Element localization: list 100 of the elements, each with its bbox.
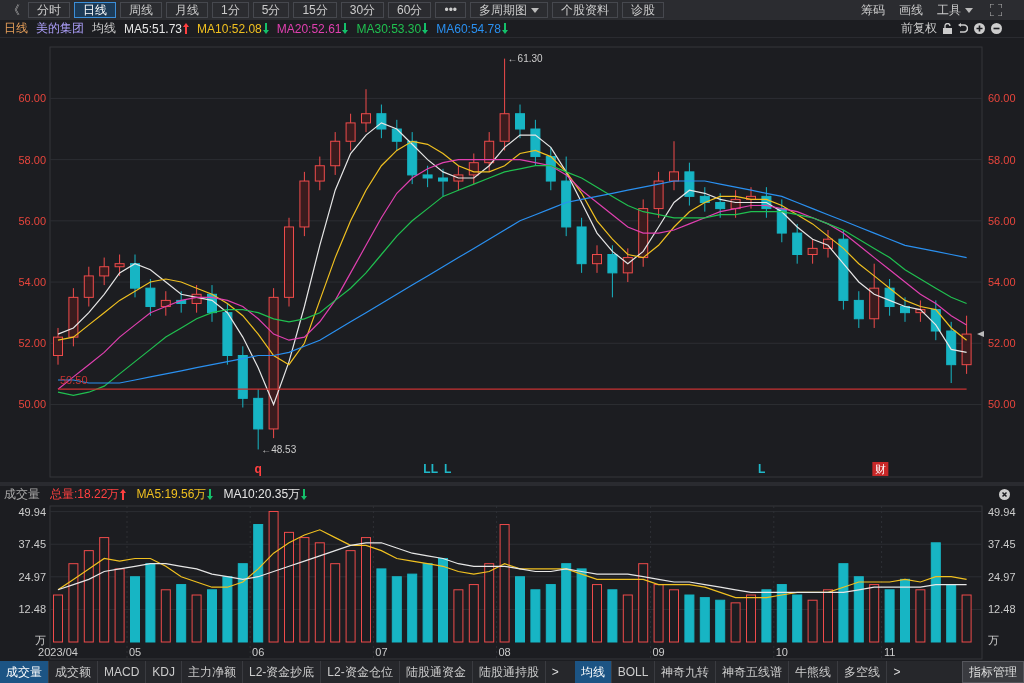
candle (515, 104, 525, 139)
candle (299, 171, 310, 237)
axis-label: 10 (775, 646, 788, 658)
candle (807, 238, 818, 265)
candle (684, 162, 695, 207)
volume-stat: MA5:19.56万 (136, 486, 207, 503)
candle (314, 156, 325, 191)
period-button[interactable]: 月线 (166, 2, 208, 18)
period-button[interactable]: 5分 (252, 2, 290, 18)
axis-label: 11 (883, 646, 896, 658)
axis-label: 37.45 (988, 538, 1016, 551)
candle (592, 244, 602, 274)
period-button[interactable]: 15分 (293, 2, 337, 18)
overlay-tab[interactable]: BOLL (611, 661, 656, 683)
event-badge[interactable]: 财 (872, 462, 889, 476)
candle (99, 257, 110, 286)
candle (453, 165, 464, 191)
candle (330, 131, 341, 176)
candle (792, 223, 803, 265)
volume-stat: MA10:20.35万 (223, 486, 301, 503)
candle (83, 266, 94, 308)
indicator-tab[interactable]: 成交额 (49, 661, 98, 683)
period-button[interactable]: 诊股 (622, 2, 665, 18)
overlay-tab[interactable]: 均线 (574, 661, 612, 683)
overlay-tab[interactable]: 多空线 (838, 661, 888, 683)
axis-label: 56.00 (988, 214, 1016, 227)
axis-label: 52.00 (988, 337, 1016, 350)
tool-button[interactable]: 工具 (932, 1, 978, 19)
tool-button[interactable]: 画线 (894, 1, 928, 19)
axis-label: 2023/04 (38, 646, 78, 658)
overlay-tab[interactable]: 神奇九转 (655, 661, 717, 683)
more-button[interactable]: > (887, 661, 907, 683)
close-icon[interactable] (999, 489, 1010, 500)
ma-value: MA60:54.78 (436, 21, 501, 36)
fullscreen-icon[interactable] (990, 4, 1002, 16)
overlay-tab[interactable]: 神奇五线谱 (716, 661, 790, 683)
collapse-button[interactable]: 《 (4, 1, 24, 19)
indicator-tab[interactable]: 陆股通资金 (399, 661, 473, 683)
signal-marker[interactable]: q (254, 462, 262, 476)
candle (237, 345, 248, 409)
zoom-out-icon[interactable] (991, 23, 1002, 34)
overlay-tab[interactable]: 牛熊线 (789, 661, 839, 683)
candle (530, 119, 541, 167)
axis-label: 60.00 (18, 92, 46, 105)
candle (699, 186, 710, 213)
tool-button[interactable]: 筹码 (856, 1, 890, 19)
axis-label: 万 (988, 634, 999, 646)
period-button[interactable]: 1分 (212, 2, 249, 18)
zoom-in-icon[interactable] (974, 23, 985, 34)
candle (823, 229, 833, 259)
candle (376, 104, 387, 139)
period-button[interactable]: 日线 (74, 2, 116, 18)
signal-marker[interactable]: L (758, 462, 766, 476)
more-button[interactable]: > (545, 661, 565, 683)
axis-label: 58.00 (18, 153, 46, 166)
candle (422, 165, 433, 188)
period-button[interactable]: 多周期图 (470, 2, 549, 18)
volume-title: 成交量 (4, 486, 40, 503)
candle (114, 254, 125, 277)
indicator-tab[interactable]: 陆股通持股 (472, 661, 546, 683)
period-button[interactable]: 周线 (120, 2, 162, 18)
candle (345, 113, 356, 151)
axis-label: 07 (375, 646, 388, 658)
period-button[interactable]: 分时 (28, 2, 70, 18)
indicator-tab[interactable]: 主力净额 (182, 661, 243, 683)
undo-icon[interactable] (958, 23, 968, 34)
price-pointer-icon (977, 331, 984, 338)
period-button[interactable]: 60分 (388, 2, 432, 18)
candle (68, 287, 79, 347)
period-button[interactable]: 个股资料 (552, 2, 619, 18)
period-label: 日线 (4, 20, 28, 37)
indicator-manage-button[interactable]: 指标管理 (962, 661, 1024, 683)
indicator-tab[interactable]: L2-资金抄底 (243, 661, 322, 683)
candle (361, 88, 371, 133)
candle (391, 119, 402, 151)
volume-stat: 总量:18.22万 (50, 486, 120, 503)
signal-marker[interactable]: LL (423, 462, 438, 476)
candle (160, 290, 171, 317)
axis-label: 05 (128, 646, 142, 658)
axis-label: 60.00 (988, 92, 1016, 105)
candle (53, 327, 63, 366)
indicator-tab[interactable]: L2-资金仓位 (321, 661, 400, 683)
adjust-label[interactable]: 前复权 (901, 20, 937, 37)
indicator-tab[interactable]: 成交量 (0, 661, 49, 683)
indicator-label: 均线 (92, 20, 116, 37)
lock-icon[interactable] (943, 23, 952, 34)
candle (407, 131, 418, 185)
period-button[interactable]: 30分 (340, 2, 385, 18)
period-button[interactable]: ••• (435, 2, 467, 18)
indicator-tab[interactable]: KDJ (146, 661, 182, 683)
axis-label: 49.94 (988, 505, 1016, 518)
candle (207, 284, 217, 323)
candle (191, 284, 202, 314)
indicator-tab[interactable]: MACD (98, 661, 147, 683)
candle (222, 302, 233, 366)
candle (176, 290, 187, 314)
candle (915, 299, 926, 323)
candle (900, 296, 910, 323)
signal-marker[interactable]: L (443, 462, 452, 476)
candle (946, 321, 957, 384)
